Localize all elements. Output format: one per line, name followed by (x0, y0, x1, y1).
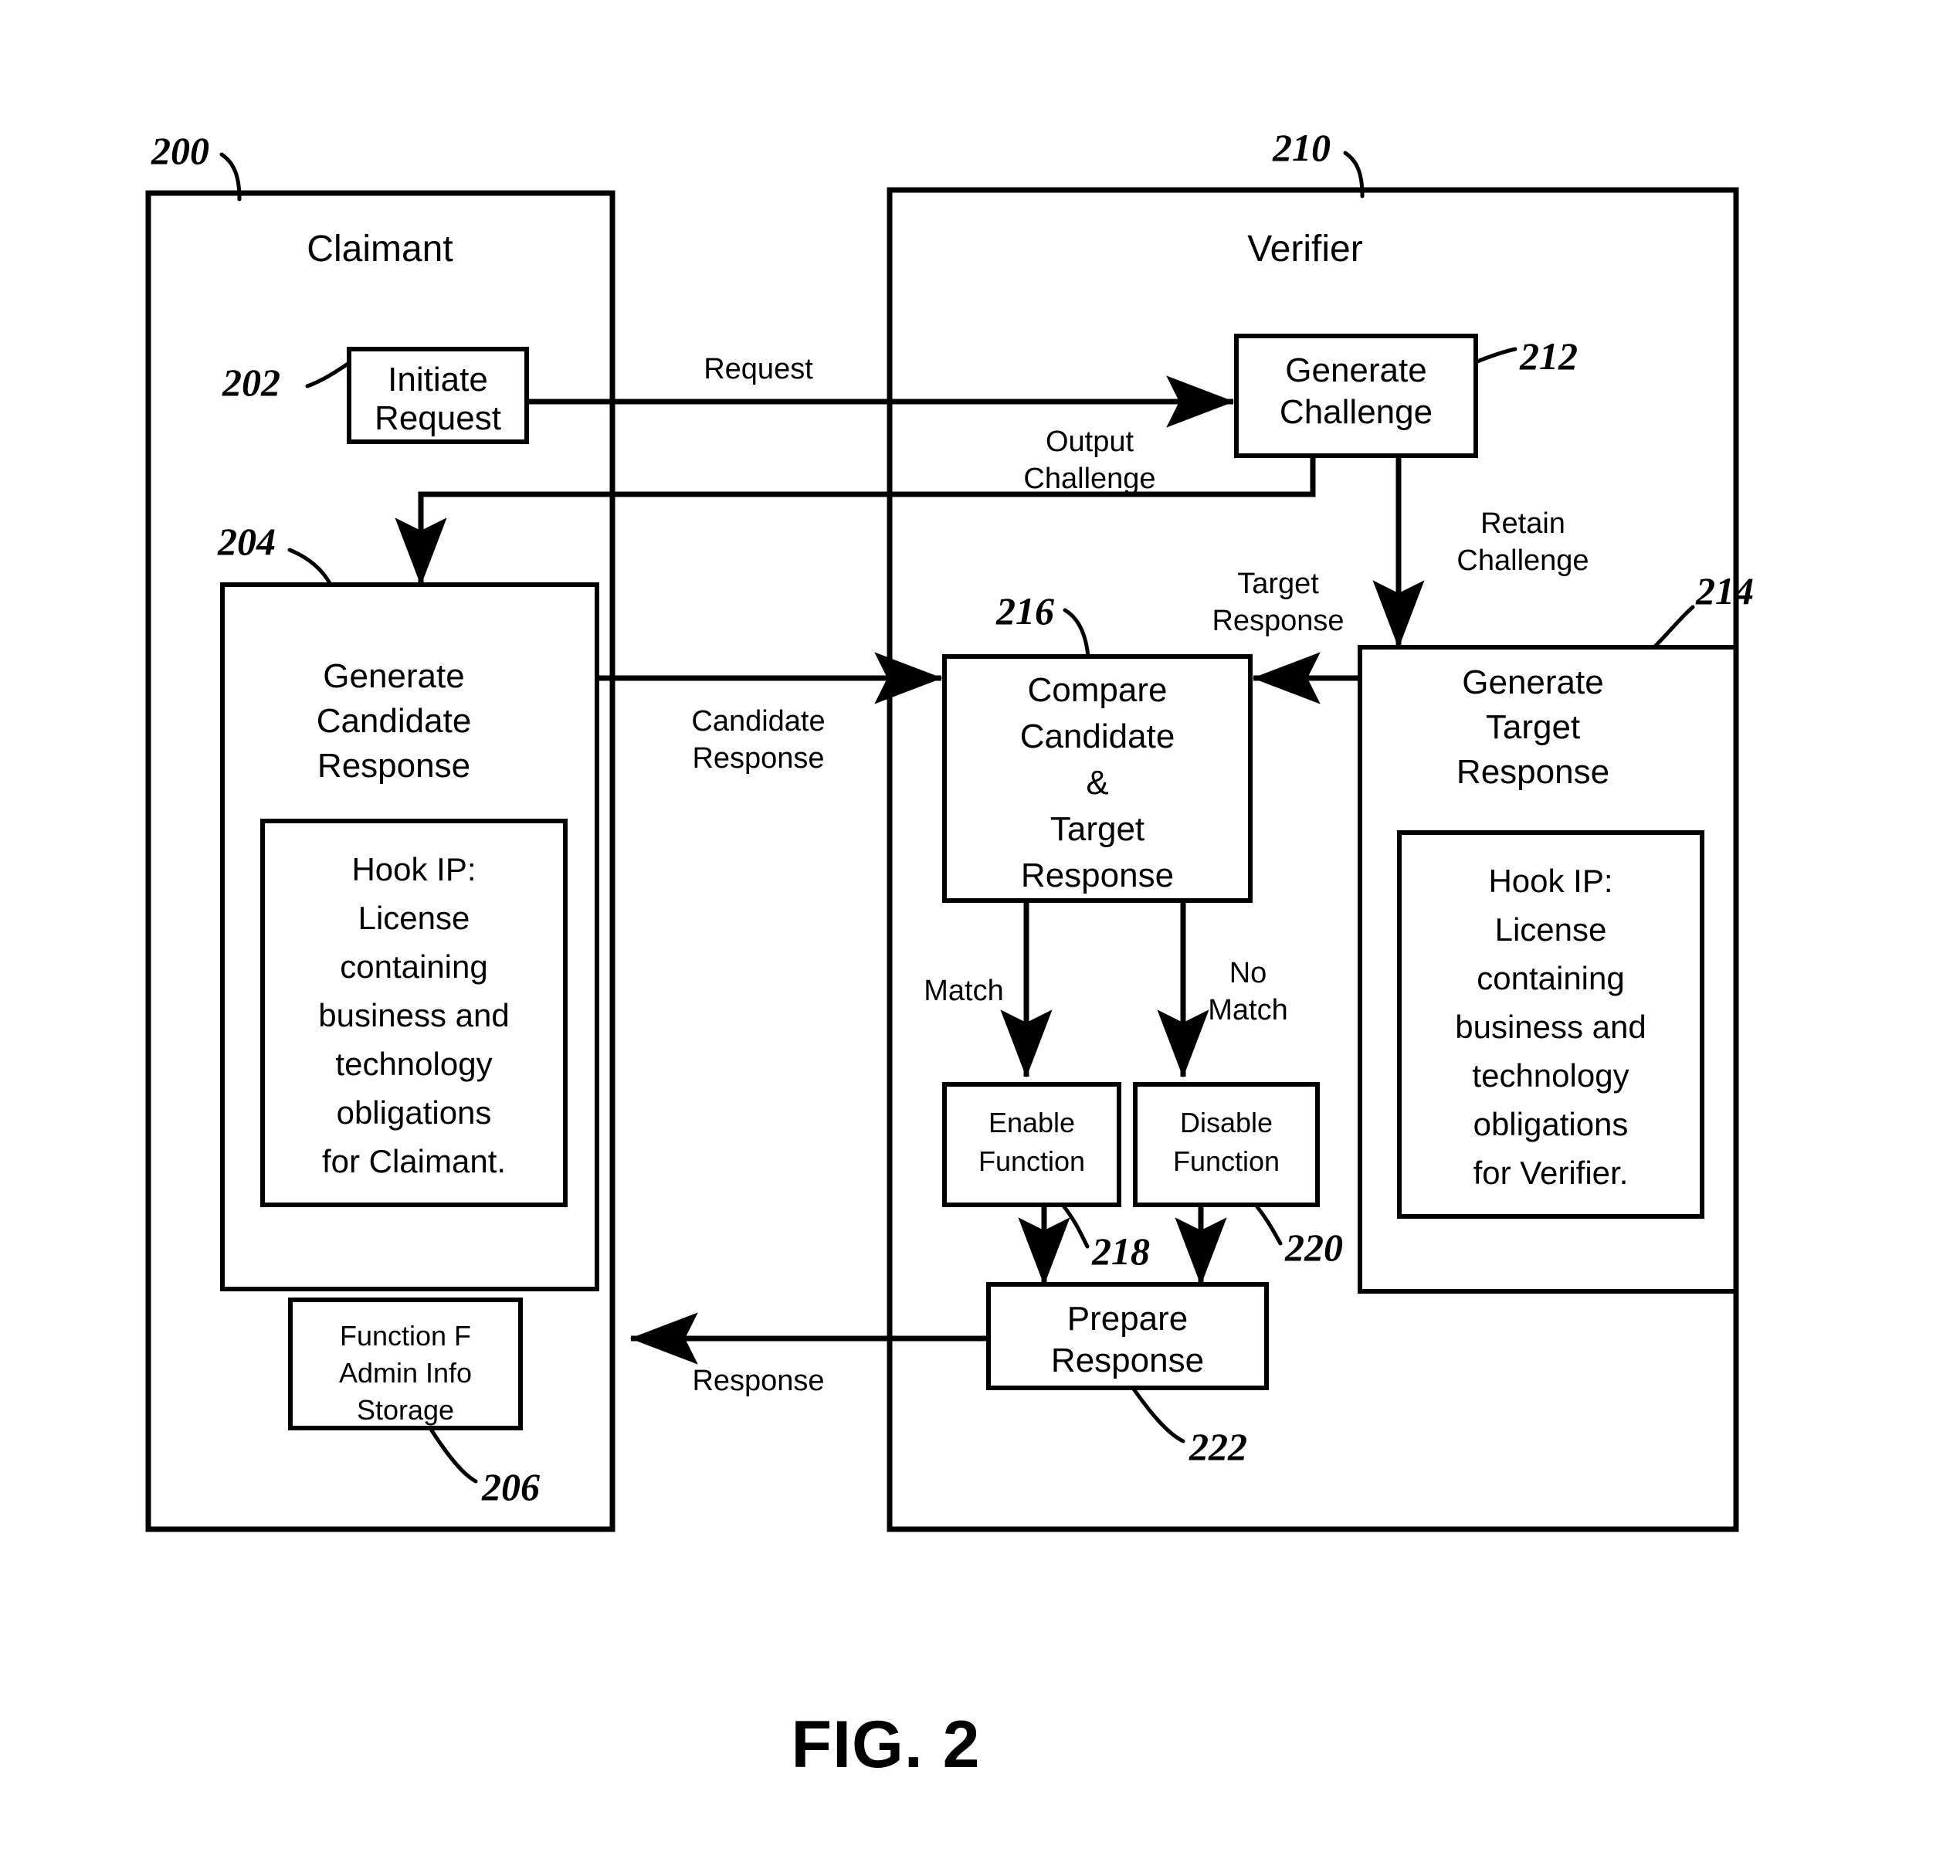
edge-label-candidate-response-line-2: Response (692, 742, 824, 775)
generate-challenge-line-1: Generate (1285, 351, 1426, 389)
prepare-response-line-2: Response (1051, 1342, 1204, 1379)
edge-label-request: Request (704, 353, 813, 385)
claimant-hook-ip-line-7: for Claimant. (322, 1143, 506, 1179)
ref-label-216: 216 (995, 589, 1054, 633)
edge-label-response: Response (692, 1365, 824, 1397)
function-storage-line-1: Function F (340, 1320, 471, 1352)
function-storage-line-2: Admin Info (339, 1357, 472, 1389)
ref-leader-206 (428, 1426, 478, 1484)
ref-label-214: 214 (1695, 569, 1754, 612)
claimant-hook-ip-line-5: technology (335, 1046, 492, 1082)
ref-leader-214 (1652, 605, 1695, 650)
ref-label-204: 204 (217, 520, 276, 563)
generate-candidate-response-line-3: Response (317, 747, 470, 785)
disable-function-box (1133, 1082, 1320, 1207)
claimant-hook-ip-line-3: containing (340, 948, 487, 985)
compare-line-4: Target (1050, 810, 1144, 848)
edge-label-retain-challenge-line-2: Challenge (1456, 544, 1589, 577)
edge-label-target-response-line-1: Target (1237, 568, 1319, 600)
ref-label-220: 220 (1284, 1226, 1343, 1269)
claimant-hook-ip-line-6: obligations (337, 1094, 492, 1131)
ref-label-210: 210 (1272, 126, 1331, 169)
flow-output-challenge (395, 456, 1316, 586)
initiate-request-line-1: Initiate (388, 361, 488, 399)
verifier-container (887, 187, 1739, 1532)
ref-label-212: 212 (1519, 334, 1578, 378)
claimant-title: Claimant (307, 229, 453, 270)
edge-label-no-match-line-1: No (1229, 957, 1267, 989)
ref-leader-204 (287, 548, 333, 587)
disable-function-line-2: Function (1173, 1145, 1280, 1177)
prepare-response-line-1: Prepare (1067, 1300, 1189, 1338)
enable-function-line-1: Enable (988, 1107, 1075, 1138)
compare-line-3: & (1086, 764, 1108, 802)
verifier-hook-ip-line-2: License (1495, 911, 1607, 948)
disable-function-line-1: Disable (1180, 1107, 1273, 1138)
enable-function-box (942, 1082, 1121, 1207)
ref-leader-202 (305, 361, 351, 388)
edge-label-output-challenge-line-1: Output (1046, 426, 1134, 458)
ref-label-200: 200 (151, 129, 209, 172)
enable-function-line-2: Function (978, 1145, 1085, 1177)
generate-target-response-line-2: Target (1486, 708, 1580, 746)
verifier-hook-ip-line-3: containing (1477, 960, 1624, 996)
figure-caption: FIG. 2 (792, 1708, 981, 1782)
generate-candidate-response-line-1: Generate (323, 657, 464, 695)
edge-label-match: Match (924, 975, 1003, 1007)
patent-figure: Claimant 200 Verifier 210 Initiate Reque… (0, 0, 1960, 1876)
edge-label-target-response-line-2: Response (1212, 605, 1344, 637)
compare-line-2: Candidate (1020, 717, 1175, 755)
ref-leader-218 (1060, 1203, 1090, 1249)
ref-label-202: 202 (222, 361, 280, 404)
ref-label-222: 222 (1189, 1425, 1247, 1468)
ref-label-206: 206 (481, 1465, 540, 1508)
edge-label-no-match-line-2: Match (1208, 994, 1287, 1026)
verifier-hook-ip-line-6: obligations (1473, 1106, 1629, 1142)
ref-leader-212 (1475, 347, 1517, 364)
verifier-hook-ip-line-4: business and (1455, 1009, 1646, 1045)
edge-label-output-challenge-line-2: Challenge (1023, 463, 1155, 495)
compare-line-1: Compare (1028, 671, 1168, 709)
claimant-hook-ip-line-1: Hook IP: (351, 851, 476, 887)
verifier-title: Verifier (1247, 229, 1362, 270)
generate-target-response-line-3: Response (1456, 753, 1609, 791)
ref-leader-220 (1253, 1203, 1283, 1246)
initiate-request-line-2: Request (375, 399, 501, 437)
verifier-hook-ip-line-1: Hook IP: (1488, 863, 1612, 899)
figure-canvas: Claimant 200 Verifier 210 Initiate Reque… (145, 126, 1754, 1782)
claimant-hook-ip-line-4: business and (318, 997, 510, 1033)
edge-label-candidate-response-line-1: Candidate (691, 705, 825, 738)
ref-label-218: 218 (1091, 1230, 1150, 1273)
ref-leader-222 (1131, 1386, 1185, 1443)
claimant-hook-ip-line-2: License (358, 900, 470, 936)
function-storage-line-3: Storage (357, 1394, 454, 1426)
generate-target-response-line-1: Generate (1462, 663, 1603, 701)
compare-line-5: Response (1021, 857, 1174, 894)
ref-leader-216 (1063, 608, 1090, 659)
generate-candidate-response-line-2: Candidate (317, 702, 472, 740)
generate-challenge-line-2: Challenge (1280, 393, 1433, 431)
verifier-hook-ip-line-5: technology (1472, 1057, 1629, 1094)
verifier-hook-ip-line-7: for Verifier. (1473, 1155, 1629, 1191)
edge-label-retain-challenge-line-1: Retain (1480, 507, 1565, 540)
